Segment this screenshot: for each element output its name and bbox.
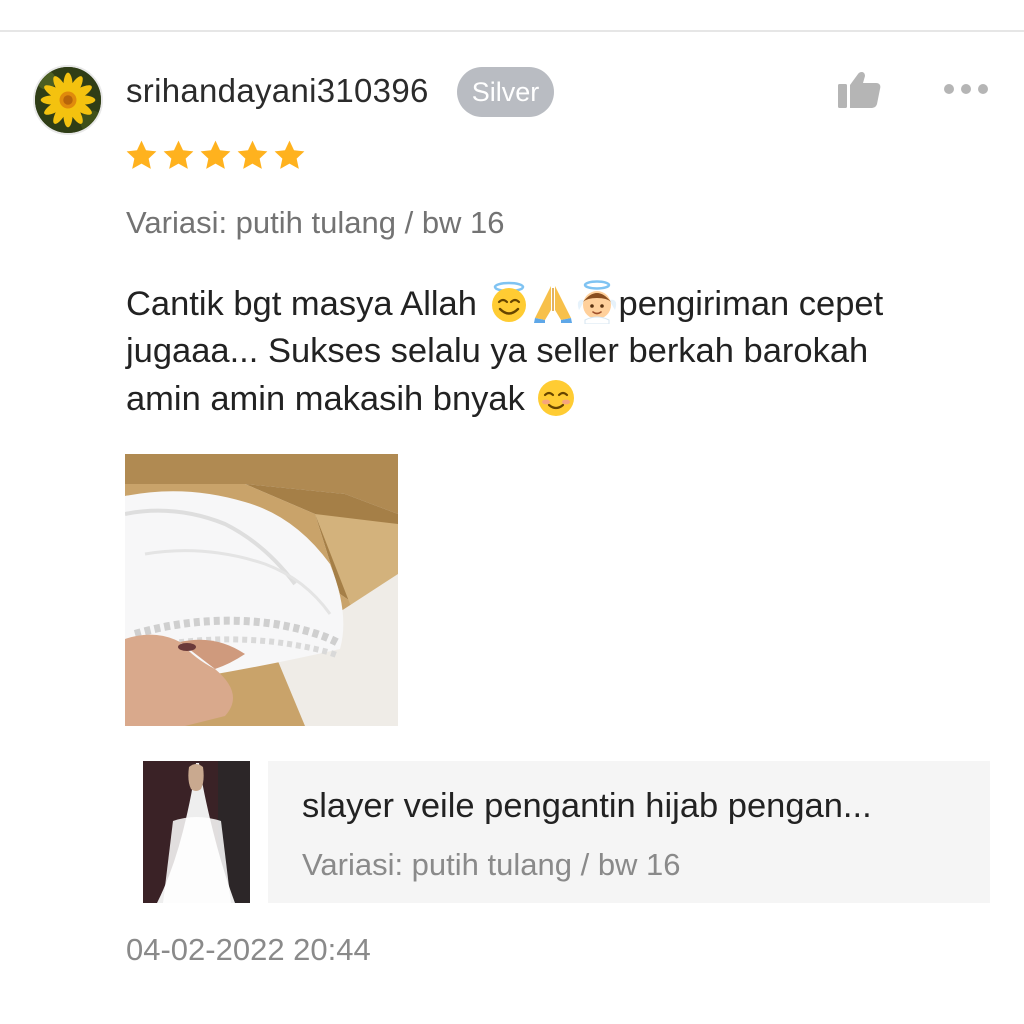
product-variation: Variasi: putih tulang / bw 16 xyxy=(302,847,681,882)
thumbs-up-icon xyxy=(838,71,881,108)
username[interactable]: srihandayani310396 xyxy=(126,72,429,110)
baby-angel-icon xyxy=(575,280,619,324)
star-icon xyxy=(274,140,305,169)
star-icon xyxy=(126,140,157,169)
smiling-face-icon xyxy=(534,375,578,419)
like-button[interactable] xyxy=(836,66,882,112)
star-icon xyxy=(237,140,268,169)
tier-badge: Silver xyxy=(457,67,554,117)
review-variation: Variasi: putih tulang / bw 16 xyxy=(126,205,505,240)
avatar[interactable] xyxy=(33,65,103,135)
star-icon xyxy=(163,140,194,169)
review-text: Cantik bgt masya Allah pengiriman cepet … xyxy=(126,280,936,423)
top-divider xyxy=(0,30,1024,32)
product-info[interactable]: slayer veile pengantin hijab pengan... V… xyxy=(268,761,990,903)
star-rating xyxy=(124,138,307,173)
more-button[interactable] xyxy=(940,78,992,100)
review-text-part1: Cantik bgt masya Allah xyxy=(126,285,487,323)
review-photo[interactable] xyxy=(125,454,398,726)
smiling-face-with-halo-icon xyxy=(487,280,531,324)
review-timestamp: 04-02-2022 20:44 xyxy=(126,932,371,967)
product-thumbnail xyxy=(143,761,250,903)
more-dots-icon xyxy=(944,84,988,94)
folded-hands-icon xyxy=(531,280,575,324)
product-name: slayer veile pengantin hijab pengan... xyxy=(302,787,872,825)
star-icon xyxy=(200,140,231,169)
product-card[interactable]: slayer veile pengantin hijab pengan... V… xyxy=(143,761,990,903)
